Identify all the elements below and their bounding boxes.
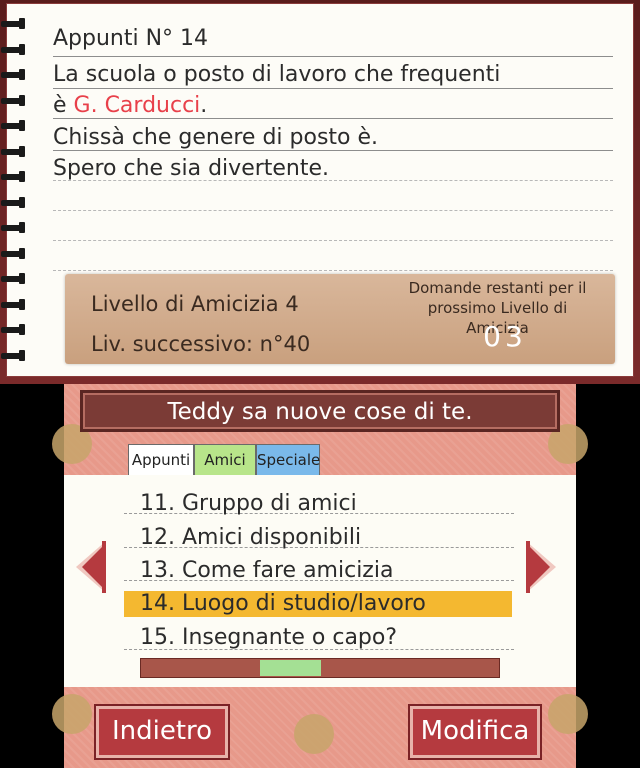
note-line-2-suffix: . [200, 93, 208, 118]
list-item[interactable]: 13. Come fare amicizia [124, 558, 512, 584]
tab-amici[interactable]: Amici [194, 444, 256, 475]
list-item[interactable]: 15. Insegnante o capo? [124, 625, 512, 651]
ruled-line [53, 240, 613, 241]
previous-page-arrow-icon[interactable] [72, 539, 108, 595]
binding-ring [1, 43, 27, 55]
notebook-page: Appunti N° 14 La scuola o posto di lavor… [1, 3, 634, 377]
list-item-selected[interactable]: 14. Luogo di studio/lavoro [124, 591, 512, 617]
binding-ring [1, 171, 27, 182]
binding-ring [1, 145, 27, 157]
binding-ring [1, 273, 27, 284]
ruled-line [53, 210, 613, 211]
binding-ring [1, 94, 27, 106]
ruled-line [53, 270, 613, 271]
message-banner: Teddy sa nuove cose di te. [80, 390, 560, 432]
note-line-3: Chissà che genere di posto è. [53, 125, 379, 150]
note-line-1: La scuola o posto di lavoro che frequent… [53, 62, 501, 87]
top-screen: Appunti N° 14 La scuola o posto di lavor… [0, 0, 640, 384]
binding-ring [1, 18, 27, 29]
binding-ring [1, 247, 27, 259]
binding-ring [1, 298, 27, 310]
next-page-arrow-icon[interactable] [524, 539, 560, 595]
note-title: Appunti N° 14 [53, 26, 209, 51]
note-line-2-prefix: è [53, 93, 74, 118]
edit-button[interactable]: Modifica [410, 706, 540, 758]
tab-speciale[interactable]: Speciale [256, 444, 320, 475]
lace-ornament [548, 694, 588, 734]
school-name: G. Carducci [73, 93, 201, 118]
note-line-4: Spero che sia divertente. [53, 156, 330, 181]
binding-ring [1, 349, 27, 361]
scroll-thumb[interactable] [259, 660, 321, 676]
binding-ring [1, 120, 27, 131]
lace-ornament [294, 714, 334, 754]
binding-ring [1, 69, 27, 80]
binding-ring [1, 196, 27, 208]
tab-appunti[interactable]: Appunti [128, 444, 194, 475]
ruled-line [53, 118, 613, 119]
bottom-screen: Teddy sa nuove cose di te. Appunti Amici… [52, 384, 588, 768]
friendship-panel: Livello di Amicizia 4 Liv. successivo: n… [65, 274, 615, 364]
list-item[interactable]: 11. Gruppo di amici [124, 491, 512, 517]
binding-ring [1, 222, 27, 233]
banner-text: Teddy sa nuove cose di te. [167, 399, 473, 425]
lace-ornament [52, 694, 92, 734]
ruled-line [53, 56, 613, 57]
ruled-line [53, 150, 613, 151]
scroll-bar[interactable] [140, 658, 500, 678]
note-line-2: è G. Carducci. [53, 93, 207, 118]
friendship-level: Livello di Amicizia 4 [91, 292, 299, 316]
list-item[interactable]: 12. Amici disponibili [124, 525, 512, 551]
binding-ring [1, 324, 27, 335]
next-level: Liv. successivo: n°40 [91, 332, 311, 356]
notes-list: 11. Gruppo di amici 12. Amici disponibil… [64, 475, 576, 687]
remaining-questions-count: 03 [483, 320, 527, 353]
ruled-line [53, 88, 613, 89]
back-button[interactable]: Indietro [96, 706, 228, 758]
